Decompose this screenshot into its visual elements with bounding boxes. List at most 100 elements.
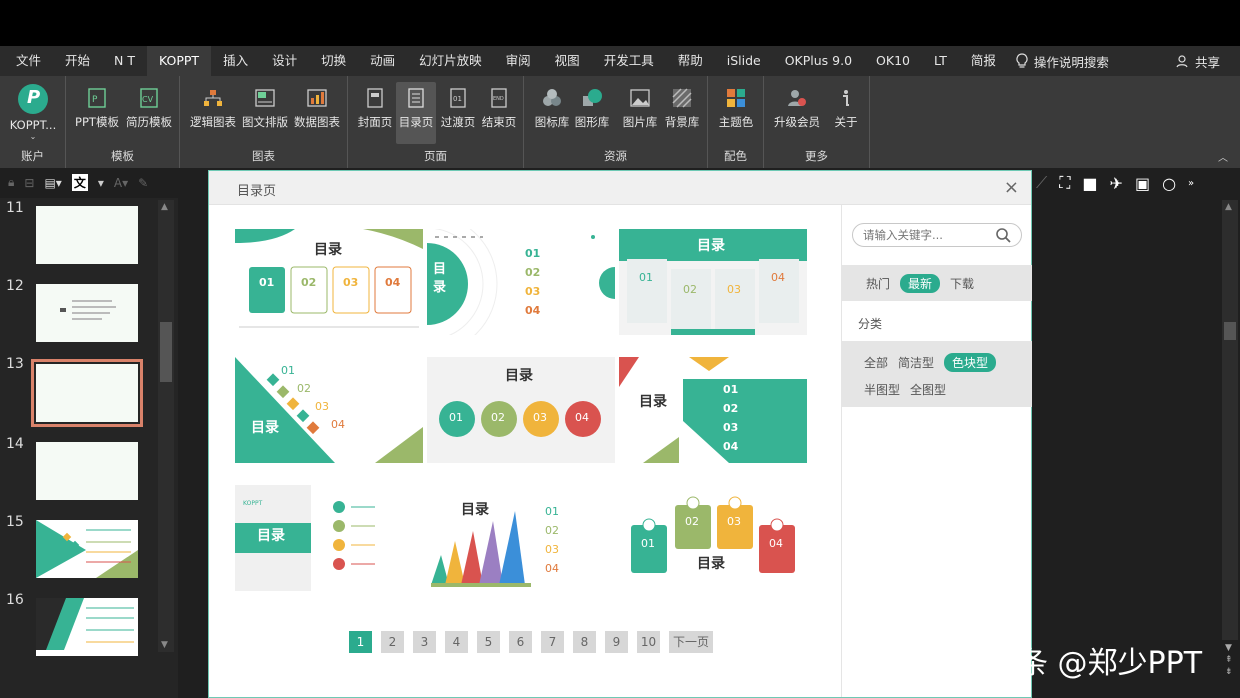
scrollbar-thumb[interactable] (160, 322, 172, 382)
unlock-icon[interactable]: ⊟ (24, 176, 34, 190)
slide-thumbnail-16[interactable] (36, 598, 138, 656)
tell-me-search[interactable]: 操作说明搜索 (1016, 52, 1109, 71)
end-page-button[interactable]: END 结束页 (478, 82, 520, 144)
slide-panel-scrollbar[interactable]: ▲ ▼ (158, 200, 174, 652)
editor-scrollbar[interactable]: ▲ ▼ ⇞ ⇟ (1222, 200, 1238, 677)
menu-help[interactable]: 帮助 (666, 46, 715, 76)
koppt-account-button[interactable]: P KOPPT... ⌄ (6, 82, 60, 144)
tab-latest[interactable]: 最新 (900, 273, 941, 293)
menu-lt[interactable]: LT (922, 46, 959, 76)
circle-icon[interactable]: ○ (1162, 174, 1176, 193)
template-title: 目录 (461, 502, 489, 518)
menu-file[interactable]: 文件 (4, 46, 53, 76)
picture-icon[interactable]: ▣ (1135, 174, 1150, 193)
page-button-4[interactable]: 4 (445, 631, 468, 653)
category-simple[interactable]: 简洁型 (898, 354, 934, 371)
menu-koppt[interactable]: KOPPT (147, 46, 212, 76)
menu-nt[interactable]: N T (102, 46, 147, 76)
background-library-button[interactable]: 背景库 (662, 82, 702, 144)
slide-thumbnail-12[interactable] (36, 284, 138, 342)
slide-thumbnail-11[interactable] (36, 206, 138, 264)
about-button[interactable]: 关于 (828, 82, 864, 144)
menu-animation[interactable]: 动画 (358, 46, 407, 76)
menu-view[interactable]: 视图 (543, 46, 592, 76)
menu-home[interactable]: 开始 (53, 46, 102, 76)
next-page-button[interactable]: 下一页 (669, 631, 713, 653)
group-label-resource: 资源 (604, 149, 627, 163)
ppt-template-button[interactable]: P PPT模板 (72, 82, 122, 144)
page-button-5[interactable]: 5 (477, 631, 500, 653)
theme-color-button[interactable]: 主题色 (714, 82, 758, 144)
more-icon[interactable]: » (1188, 178, 1194, 189)
category-color-block[interactable]: 色块型 (944, 353, 997, 372)
lightning-icon[interactable]: ✈ (1110, 174, 1123, 193)
transition-page-button[interactable]: 01 过渡页 (438, 82, 478, 144)
page-button-7[interactable]: 7 (541, 631, 564, 653)
chevron-down-icon[interactable]: ▾ (98, 176, 104, 190)
template-card[interactable]: KOPPT 目录 (235, 485, 423, 591)
image-library-button[interactable]: 图片库 (620, 82, 660, 144)
scrollbar-thumb[interactable] (1224, 322, 1236, 340)
cover-page-button[interactable]: 封面页 (354, 82, 396, 144)
menu-insert[interactable]: 插入 (211, 46, 260, 76)
rectangle-icon[interactable]: ■ (1082, 174, 1097, 193)
template-card[interactable]: 目录 01 02 03 04 (619, 485, 807, 591)
search-input[interactable] (863, 227, 989, 243)
template-card[interactable]: 目录 01 02 03 04 (235, 357, 423, 463)
cover-page-icon (364, 88, 386, 108)
template-card[interactable]: 目录 01 02 03 04 (427, 485, 615, 591)
crop-icon[interactable]: ⟋ (1036, 173, 1047, 193)
page-nav-icon[interactable]: ▼ ⇞ ⇟ (1225, 642, 1233, 678)
toc-page-button[interactable]: 目录页 (396, 82, 436, 144)
page-button-9[interactable]: 9 (605, 631, 628, 653)
tab-download[interactable]: 下载 (950, 275, 974, 292)
template-card[interactable]: 目录 01 02 03 04 (619, 229, 807, 335)
lock-icon[interactable]: 🔒︎ (8, 175, 14, 190)
resume-template-button[interactable]: CV 简历模板 (124, 82, 174, 144)
page-button-2[interactable]: 2 (381, 631, 404, 653)
page-button-10[interactable]: 10 (637, 631, 660, 653)
slide-thumbnail-14[interactable] (36, 442, 138, 500)
shape-library-button[interactable]: 图形库 (572, 82, 612, 144)
category-full-image[interactable]: 全图型 (910, 381, 946, 398)
toc-page-icon (405, 88, 427, 108)
share-button[interactable]: 共享 (1176, 46, 1220, 76)
menu-review[interactable]: 审阅 (494, 46, 543, 76)
category-all[interactable]: 全部 (864, 354, 888, 371)
page-button-8[interactable]: 8 (573, 631, 596, 653)
template-card[interactable]: 目录 01 02 03 04 (235, 229, 423, 335)
menu-developer[interactable]: 开发工具 (592, 46, 666, 76)
template-title: 目录 (433, 262, 447, 295)
text-style-icon[interactable]: 文 (71, 174, 88, 191)
font-color-icon[interactable]: A▾ (114, 176, 128, 190)
collapse-ribbon-icon[interactable]: ︿ (1218, 149, 1228, 164)
text-box-icon[interactable]: ▤▾ (44, 176, 61, 190)
template-card[interactable]: 目录 01 02 03 04 (427, 357, 615, 463)
template-card[interactable]: 目录 01 02 03 04 (619, 357, 807, 463)
logic-chart-button[interactable]: 逻辑图表 (188, 82, 238, 144)
select-frame-icon[interactable]: ⛶ (1059, 173, 1070, 193)
menu-islide[interactable]: iSlide (715, 46, 773, 76)
search-icon[interactable] (995, 227, 1011, 243)
image-text-layout-button[interactable]: 图文排版 (240, 82, 290, 144)
pen-icon[interactable]: ✎ (138, 176, 148, 190)
page-button-1[interactable]: 1 (349, 631, 372, 653)
page-button-3[interactable]: 3 (413, 631, 436, 653)
menu-slideshow[interactable]: 幻灯片放映 (407, 46, 494, 76)
page-button-6[interactable]: 6 (509, 631, 532, 653)
upgrade-member-button[interactable]: 升级会员 (770, 82, 824, 144)
menu-okplus[interactable]: OKPlus 9.0 (773, 46, 864, 76)
slide-thumbnail-15[interactable] (36, 520, 138, 578)
tab-hot[interactable]: 热门 (866, 275, 890, 292)
category-half-image[interactable]: 半图型 (864, 381, 900, 398)
menu-ok10[interactable]: OK10 (864, 46, 922, 76)
menu-design[interactable]: 设计 (260, 46, 309, 76)
data-chart-button[interactable]: 数据图表 (292, 82, 342, 144)
icon-library-button[interactable]: 图标库 (532, 82, 572, 144)
menu-transition[interactable]: 切换 (309, 46, 358, 76)
slide-thumbnail-13[interactable] (31, 359, 143, 427)
template-num: 03 (545, 543, 559, 556)
template-card[interactable]: 目录 01 02 03 04 (427, 229, 615, 335)
close-icon[interactable]: × (1004, 177, 1019, 198)
menu-brief[interactable]: 简报 (959, 46, 1008, 76)
